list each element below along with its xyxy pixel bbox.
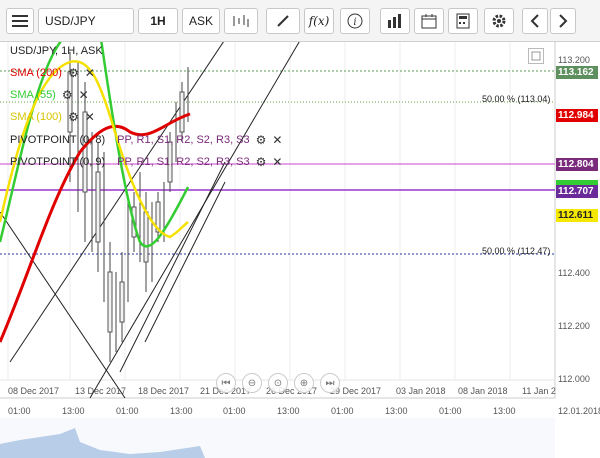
price-side-select[interactable]: ASK xyxy=(182,8,220,34)
legend-pivot1[interactable]: PIVOTPOINT (0, 8) PP, R1, S1, R2, S2, R3… xyxy=(10,133,282,147)
fib-lower-label: 50.00 % (112.47) xyxy=(482,246,551,256)
bar-stats-icon[interactable] xyxy=(380,8,410,34)
chart-area[interactable]: USD/JPY, 1H, ASK SMA (200) ⚙ ✕ SMA (55) ⚙… xyxy=(0,42,600,458)
chart-title-legend: USD/JPY, 1H, ASK xyxy=(10,45,103,57)
gear-icon[interactable]: ⚙ xyxy=(68,110,79,124)
current-price-tag: 113.162 xyxy=(556,66,598,79)
fx-label: f(x) xyxy=(308,14,330,28)
close-icon[interactable]: ✕ xyxy=(272,155,282,169)
symbol-label: USD/JPY xyxy=(45,14,96,28)
price-tick: 113.200 xyxy=(558,55,590,65)
toolbar: USD/JPY 1H ASK f(x) i xyxy=(0,0,600,42)
timeframe-select[interactable]: 1H xyxy=(138,8,178,34)
zoom-in-icon[interactable]: ⊕ xyxy=(294,373,314,393)
time-label: 13:00 xyxy=(385,406,408,416)
timeframe-label: 1H xyxy=(150,14,166,28)
legend-sma55[interactable]: SMA (55) ⚙ ✕ xyxy=(10,88,89,102)
pivot1-levels: PP, R1, S1, R2, S2, R3, S3 xyxy=(117,134,250,146)
date-label: 18 Dec 2017 xyxy=(138,386,190,396)
sma55-label: SMA (55) xyxy=(10,89,56,101)
svg-text:i: i xyxy=(353,17,356,28)
price-tick: 112.400 xyxy=(558,268,590,278)
gear-icon[interactable]: ⚙ xyxy=(256,133,267,147)
gear-icon[interactable]: ⚙ xyxy=(68,66,79,80)
date-label: 13 Dec 2017 xyxy=(75,386,127,396)
level-price-tag: 112.707 xyxy=(556,185,598,198)
pivot2-label: PIVOTPOINT (0, 9) xyxy=(10,156,106,168)
menu-icon[interactable] xyxy=(6,8,34,34)
scroll-right-button[interactable] xyxy=(550,8,576,34)
close-icon[interactable]: ✕ xyxy=(85,110,95,124)
pivot2-levels: PP, R1, S1, R2, S2, R3, S3 xyxy=(117,156,250,168)
sma200-line xyxy=(0,112,191,343)
date-label: 08 Jan 2018 xyxy=(458,386,508,396)
pivot-price-tag: 112.804 xyxy=(556,158,598,171)
close-icon[interactable]: ✕ xyxy=(79,88,89,102)
settings-gear-icon[interactable] xyxy=(484,8,514,34)
pivot1-label: PIVOTPOINT (0, 8) xyxy=(10,134,106,146)
time-label: 01:00 xyxy=(439,406,462,416)
end-date-label: 12.01.2018 xyxy=(558,406,600,416)
sma200-price-tag: 112.984 xyxy=(556,109,598,122)
time-label: 13:00 xyxy=(493,406,516,416)
date-label: 08 Dec 2017 xyxy=(8,386,60,396)
time-label: 13:00 xyxy=(170,406,193,416)
chart-title: USD/JPY, 1H, ASK xyxy=(10,45,103,57)
date-label: 03 Jan 2018 xyxy=(396,386,446,396)
draw-pencil-icon[interactable] xyxy=(266,8,300,34)
scroll-left-button[interactable] xyxy=(522,8,548,34)
fib-upper-label: 50.00 % (113.04) xyxy=(482,94,551,104)
calendar-icon[interactable] xyxy=(414,8,444,34)
calculator-icon[interactable] xyxy=(448,8,478,34)
close-icon[interactable]: ✕ xyxy=(272,133,282,147)
sma200-label: SMA (200) xyxy=(10,67,62,79)
info-icon[interactable]: i xyxy=(340,8,370,34)
symbol-select[interactable]: USD/JPY xyxy=(38,8,134,34)
sma100-price-tag: 112.611 xyxy=(556,209,598,222)
chart-type-icon[interactable] xyxy=(224,8,258,34)
legend-sma100[interactable]: SMA (100) ⚙ ✕ xyxy=(10,110,95,124)
zoom-reset-icon[interactable]: ⊙ xyxy=(268,373,288,393)
date-label: 11 Jan 2 xyxy=(522,386,556,396)
legend-sma200[interactable]: SMA (200) ⚙ ✕ xyxy=(10,66,95,80)
time-label: 01:00 xyxy=(223,406,246,416)
time-label: 13:00 xyxy=(277,406,300,416)
expand-icon[interactable] xyxy=(528,48,544,64)
legend-pivot2[interactable]: PIVOTPOINT (0, 9) PP, R1, S1, R2, S2, R3… xyxy=(10,155,282,169)
price-side-label: ASK xyxy=(188,14,213,28)
nav-first-icon[interactable]: ⏮ xyxy=(216,373,236,393)
time-label: 01:00 xyxy=(8,406,31,416)
indicator-fx-button[interactable]: f(x) xyxy=(304,8,334,34)
gear-icon[interactable]: ⚙ xyxy=(256,155,267,169)
nav-last-icon[interactable]: ⏭ xyxy=(320,373,340,393)
close-icon[interactable]: ✕ xyxy=(85,66,95,80)
zoom-out-icon[interactable]: ⊖ xyxy=(242,373,262,393)
price-tick: 112.000 xyxy=(558,374,590,384)
time-label: 13:00 xyxy=(62,406,85,416)
price-tick: 112.200 xyxy=(558,321,590,331)
sma100-label: SMA (100) xyxy=(10,111,62,123)
gear-icon[interactable]: ⚙ xyxy=(62,88,73,102)
time-label: 01:00 xyxy=(116,406,139,416)
time-label: 01:00 xyxy=(331,406,354,416)
